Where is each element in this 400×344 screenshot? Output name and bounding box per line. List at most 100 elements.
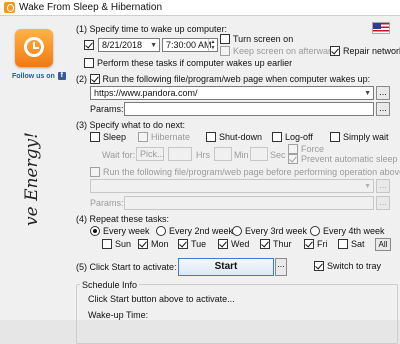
sidebar: Follow us on f ve Energy! <box>0 16 70 320</box>
every-week-label: Every week <box>103 226 150 236</box>
mon-checkbox[interactable] <box>138 239 148 249</box>
fri-checkbox[interactable] <box>304 239 314 249</box>
day-fri[interactable]: Fri <box>304 239 328 249</box>
option-simply-wait[interactable]: Simply wait <box>330 132 389 142</box>
tue-label: Tue <box>191 239 207 249</box>
every-3rd-week-label: Every 3rd week <box>245 226 308 236</box>
us-flag-icon[interactable] <box>372 22 390 34</box>
sun-checkbox[interactable] <box>102 239 112 249</box>
option-sleep[interactable]: Sleep <box>90 132 126 142</box>
day-sat[interactable]: Sat <box>338 239 365 249</box>
all-days-button[interactable]: All <box>375 238 391 251</box>
start-button[interactable]: Start <box>178 258 274 276</box>
tue-checkbox[interactable] <box>178 239 188 249</box>
turn-screen-on-option[interactable]: Turn screen on <box>220 34 293 44</box>
every-2nd-week-radio[interactable] <box>156 226 166 236</box>
run-before-option[interactable]: Run the following file/program/web page … <box>90 167 400 177</box>
prevent-sleep-checkbox[interactable] <box>288 154 298 164</box>
facebook-icon[interactable]: f <box>57 72 66 80</box>
date-enable-checkbox[interactable] <box>84 40 94 50</box>
turn-screen-on-checkbox[interactable] <box>220 34 230 44</box>
calendar-icon[interactable]: ▼ <box>150 42 157 49</box>
date-picker[interactable]: 8/21/2018 ▼ <box>98 38 160 52</box>
time-picker[interactable]: 7:30:00 AM ▲ ▼ <box>162 38 218 52</box>
repeat-every-week[interactable]: Every week <box>90 226 150 236</box>
browse-run-before-params-button[interactable]: ... <box>376 196 390 210</box>
option-shutdown[interactable]: Shut-down <box>206 132 262 142</box>
app-clock-icon <box>4 2 15 13</box>
run-program-checkbox[interactable] <box>89 74 100 84</box>
day-tue[interactable]: Tue <box>178 239 206 249</box>
chevron-down-icon[interactable]: ▼ <box>364 90 371 97</box>
prevent-sleep-option[interactable]: Prevent automatic sleep <box>288 154 398 164</box>
step4-label: (4) Repeat these tasks: <box>76 214 170 224</box>
app-window: Wake From Sleep & Hibernation Follow us … <box>0 0 400 344</box>
switch-tray-checkbox[interactable] <box>314 261 324 271</box>
wed-checkbox[interactable] <box>218 239 228 249</box>
run-before-path-field[interactable]: ▼ <box>90 179 374 193</box>
day-mon[interactable]: Mon <box>138 239 169 249</box>
sat-label: Sat <box>351 239 365 249</box>
every-2nd-week-label: Every 2nd week <box>169 226 234 236</box>
mon-label: Mon <box>151 239 169 249</box>
pick-button[interactable]: Pick... <box>136 147 165 161</box>
sat-checkbox[interactable] <box>338 239 348 249</box>
simply-wait-label: Simply wait <box>343 132 389 142</box>
main-panel: (1) Specify time to wake up computer: 8/… <box>72 16 400 344</box>
wait-for-label: Wait for: <box>102 150 136 160</box>
perform-earlier-option[interactable]: Perform these tasks if computer wakes up… <box>84 58 292 68</box>
perform-earlier-label: Perform these tasks if computer wakes up… <box>97 58 293 68</box>
chevron-down-icon[interactable]: ▼ <box>364 183 371 190</box>
every-3rd-week-radio[interactable] <box>232 226 242 236</box>
title-bar: Wake From Sleep & Hibernation <box>0 0 400 16</box>
minutes-input[interactable] <box>214 147 232 161</box>
schedule-info-title: Schedule Info <box>80 280 140 290</box>
repair-network-label: Repair network <box>343 46 400 56</box>
run-before-params-input[interactable] <box>124 196 374 210</box>
option-logoff[interactable]: Log-off <box>272 132 313 142</box>
keep-screen-on-option[interactable]: Keep screen on afterwards <box>220 46 341 56</box>
every-week-radio[interactable] <box>90 226 100 236</box>
browse-params-button[interactable]: ... <box>376 102 390 116</box>
every-4th-week-radio[interactable] <box>310 226 320 236</box>
program-path-field[interactable]: https://www.pandora.com/ ▼ <box>90 86 374 100</box>
repair-network-checkbox[interactable] <box>330 46 340 56</box>
run-before-params-label: Params: <box>90 198 124 208</box>
step2-option[interactable]: (2) Run the following file/program/web p… <box>76 74 370 84</box>
step3-label: (3) Specify what to do next: <box>76 120 186 130</box>
simply-wait-checkbox[interactable] <box>330 132 340 142</box>
keep-screen-on-label: Keep screen on afterwards <box>233 46 341 56</box>
repeat-every-2nd-week[interactable]: Every 2nd week <box>156 226 233 236</box>
day-wed[interactable]: Wed <box>218 239 249 249</box>
thur-checkbox[interactable] <box>260 239 270 249</box>
option-hibernate[interactable]: Hibernate <box>138 132 190 142</box>
switch-tray-option[interactable]: Switch to tray <box>314 261 381 271</box>
repair-network-option[interactable]: Repair network <box>330 46 400 56</box>
force-label: Force <box>301 144 325 154</box>
turn-screen-on-label: Turn screen on <box>233 34 294 44</box>
repeat-every-4th-week[interactable]: Every 4th week <box>310 226 385 236</box>
run-before-checkbox[interactable] <box>90 167 100 177</box>
keep-screen-on-checkbox[interactable] <box>220 46 230 56</box>
force-option[interactable]: Force <box>288 144 324 154</box>
day-sun[interactable]: Sun <box>102 239 131 249</box>
day-thur[interactable]: Thur <box>260 239 292 249</box>
params-input[interactable] <box>124 102 374 116</box>
shutdown-checkbox[interactable] <box>206 132 216 142</box>
hours-input[interactable] <box>168 147 192 161</box>
follow-text: Follow us on <box>12 72 55 80</box>
every-4th-week-label: Every 4th week <box>323 226 385 236</box>
hibernate-checkbox[interactable] <box>138 132 148 142</box>
repeat-every-3rd-week[interactable]: Every 3rd week <box>232 226 307 236</box>
seconds-input[interactable] <box>250 147 268 161</box>
follow-us-link[interactable]: Follow us on f <box>12 72 66 80</box>
perform-earlier-checkbox[interactable] <box>84 58 94 68</box>
browse-run-before-button[interactable]: ... <box>376 179 390 193</box>
logoff-checkbox[interactable] <box>272 132 282 142</box>
start-options-button[interactable]: ... <box>275 258 287 276</box>
force-checkbox[interactable] <box>288 144 298 154</box>
time-value: 7:30:00 AM <box>166 40 212 50</box>
sleep-checkbox[interactable] <box>90 132 100 142</box>
browse-program-button[interactable]: ... <box>376 86 390 100</box>
time-spinner[interactable]: ▲ ▼ <box>208 39 217 51</box>
